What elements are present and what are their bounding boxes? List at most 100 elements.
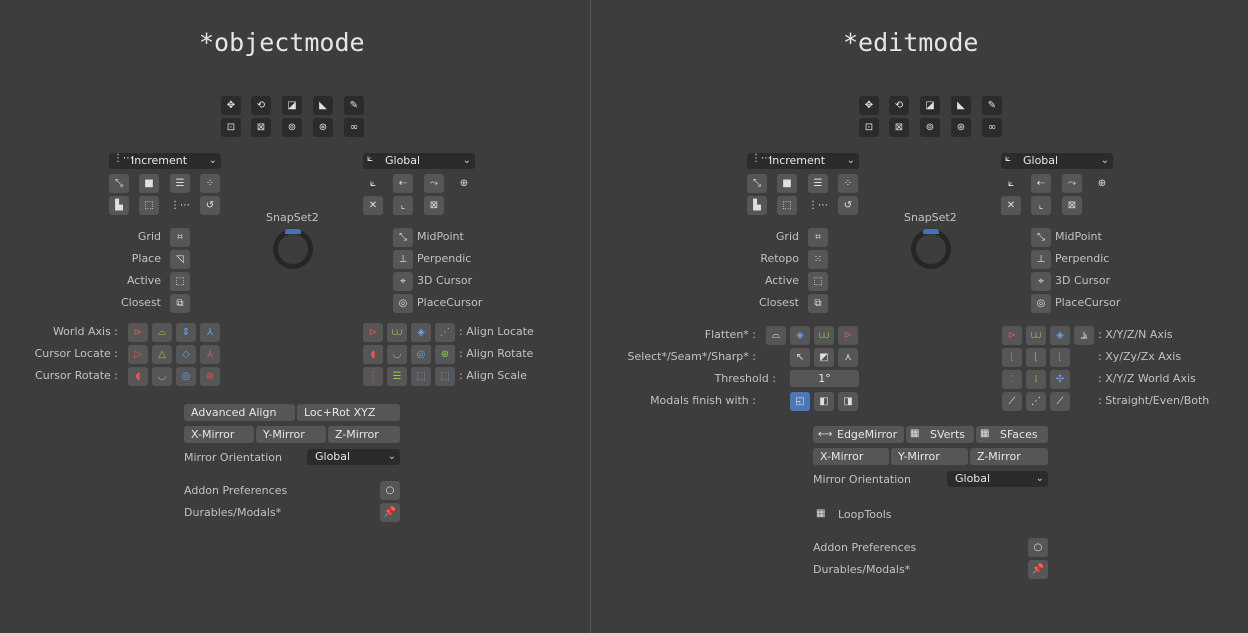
axis-x-icon[interactable]: ⊳ [1002,326,1022,345]
snap-corner-icon[interactable]: ⌞ [393,196,413,215]
measure-icon[interactable]: ◣ [313,96,333,115]
addon-preferences-icon[interactable]: ○ [380,481,400,500]
snap-pivot-icon[interactable]: ⇠ [393,174,413,193]
perpendic-snap-icon[interactable]: ⊥ [393,250,413,269]
locate-x-icon[interactable]: ▷ [128,345,148,364]
snap-axis-icon[interactable]: ⟀ [363,174,383,193]
z-mirror-button[interactable]: Z-Mirror [328,426,400,443]
3d-cursor-snap-icon[interactable]: ⌖ [1031,272,1051,291]
modal-face-icon[interactable]: ◨ [838,392,858,411]
world-axis-x-icon[interactable]: ⁚ [1002,370,1022,389]
rotate-x-icon[interactable]: ◖ [128,367,148,386]
link-rotate-icon[interactable]: ⊚ [282,118,302,137]
snapset-ring[interactable] [273,229,313,269]
align-locate-y-icon[interactable]: ⩊ [387,323,407,342]
modal-vertex-icon[interactable]: ◱ [790,392,810,411]
advanced-align-button[interactable]: Advanced Align [184,404,295,421]
move-icon[interactable]: ✥ [221,96,241,115]
link-rotate-icon[interactable]: ⊚ [920,118,940,137]
seam-icon[interactable]: ◩ [814,348,834,367]
orientation-dropdown[interactable]: ⟀ Global ⌄ [363,153,475,169]
locate-y-icon[interactable]: △ [152,345,172,364]
align-rotate-all-icon[interactable]: ⊛ [435,345,455,364]
annotate-icon[interactable]: ✎ [982,96,1002,115]
x-mirror-button[interactable]: X-Mirror [184,426,254,443]
select-icon[interactable]: ↖ [790,348,810,367]
world-x-icon[interactable]: ⊳ [128,323,148,342]
pin-icon[interactable]: 📌 [380,503,400,522]
origin-icon[interactable]: ⊡ [859,118,879,137]
y-mirror-button[interactable]: Y-Mirror [256,426,326,443]
active-snap-icon[interactable]: ⬚ [170,272,190,291]
3d-cursor-snap-icon[interactable]: ⌖ [393,272,413,291]
snap-add-icon[interactable]: ⊕ [454,174,474,193]
active-snap-icon[interactable]: ⬚ [808,272,828,291]
flatten-z-icon[interactable]: ⊳ [838,326,858,345]
flatten-plane-icon[interactable]: ⌓ [766,326,786,345]
snap-axis-icon[interactable]: ⟀ [1001,174,1021,193]
addon-preferences-icon[interactable]: ○ [1028,538,1048,557]
snap-face-icon[interactable]: ■ [777,174,797,193]
align-rotate-x-icon[interactable]: ◖ [363,345,383,364]
snap-volume-icon[interactable]: ▙ [747,196,767,215]
locate-all-icon[interactable]: ⅄ [200,345,220,364]
place-snap-icon[interactable]: ◹ [170,250,190,269]
snap-pivot-icon[interactable]: ⇠ [1031,174,1051,193]
axis-zx-icon[interactable]: ⌊ [1050,348,1070,367]
modal-edge-icon[interactable]: ◧ [814,392,834,411]
snap-x-icon[interactable]: ⊠ [424,196,444,215]
snap-element-dropdown[interactable]: ⋮⋯ Increment ⌄ [109,153,221,169]
align-scale-y-icon[interactable]: ☰ [387,367,407,386]
grid-snap-icon[interactable]: ⌗ [808,228,828,247]
align-scale-x-icon[interactable]: ⋮ [363,367,383,386]
apply-transform-icon[interactable]: ⊠ [251,118,271,137]
axis-y-icon[interactable]: ⩊ [1026,326,1046,345]
locate-z-icon[interactable]: ◇ [176,345,196,364]
sverts-button[interactable]: ▦ SVerts [906,426,974,443]
y-mirror-button[interactable]: Y-Mirror [891,448,968,465]
align-scale-z-icon[interactable]: ⬚ [411,367,431,386]
snap-cube-icon[interactable]: ⬚ [777,196,797,215]
retopo-snap-icon[interactable]: ⁙ [808,250,828,269]
align-rotate-z-icon[interactable]: ◎ [411,345,431,364]
move-icon[interactable]: ✥ [859,96,879,115]
loc-rot-xyz-button[interactable]: Loc+Rot XYZ [297,404,400,421]
snap-face-icon[interactable]: ■ [139,174,159,193]
world-z-icon[interactable]: ⇕ [176,323,196,342]
align-locate-z-icon[interactable]: ◈ [411,323,431,342]
link-icon[interactable]: ∞ [344,118,364,137]
sfaces-button[interactable]: ▦ SFaces [976,426,1048,443]
rotate-y-icon[interactable]: ◡ [152,367,172,386]
world-axis-y-icon[interactable]: ⁞ [1026,370,1046,389]
snap-add-icon[interactable]: ⊕ [1092,174,1112,193]
closest-snap-icon[interactable]: ⧉ [170,294,190,313]
snap-cross-icon[interactable]: ✕ [1001,196,1021,215]
snap-target-icon[interactable]: ⤳ [1062,174,1082,193]
midpoint-snap-icon[interactable]: ⤡ [393,228,413,247]
snap-target-icon[interactable]: ⤳ [424,174,444,193]
snap-x-icon[interactable]: ⊠ [1062,196,1082,215]
pin-icon[interactable]: 📌 [1028,560,1048,579]
even-icon[interactable]: ⋰ [1026,392,1046,411]
snap-grid-icon[interactable]: ⁘ [838,174,858,193]
snap-vertex-icon[interactable]: ⤡ [109,174,129,193]
closest-snap-icon[interactable]: ⧉ [808,294,828,313]
world-all-icon[interactable]: ⅄ [200,323,220,342]
snap-volume-icon[interactable]: ▙ [109,196,129,215]
snap-increment-icon[interactable]: ⋮⋯ [170,196,190,215]
sharp-icon[interactable]: ⋏ [838,348,858,367]
link-scale-icon[interactable]: ⊛ [313,118,333,137]
align-locate-x-icon[interactable]: ⊳ [363,323,383,342]
snap-cube-icon[interactable]: ⬚ [139,196,159,215]
measure-icon[interactable]: ◣ [951,96,971,115]
annotate-icon[interactable]: ✎ [344,96,364,115]
mirror-orientation-dropdown[interactable]: Global ⌄ [307,449,400,465]
rotate-all-icon[interactable]: ⊛ [200,367,220,386]
placecursor-snap-icon[interactable]: ◎ [1031,294,1051,313]
align-scale-all-icon[interactable]: ⬚ [435,367,455,386]
edge-mirror-button[interactable]: ⟷ EdgeMirror [813,426,904,443]
snap-edge-icon[interactable]: ☰ [808,174,828,193]
axis-z-icon[interactable]: ◈ [1050,326,1070,345]
snap-corner-icon[interactable]: ⌞ [1031,196,1051,215]
orientation-dropdown[interactable]: ⟀ Global ⌄ [1001,153,1113,169]
